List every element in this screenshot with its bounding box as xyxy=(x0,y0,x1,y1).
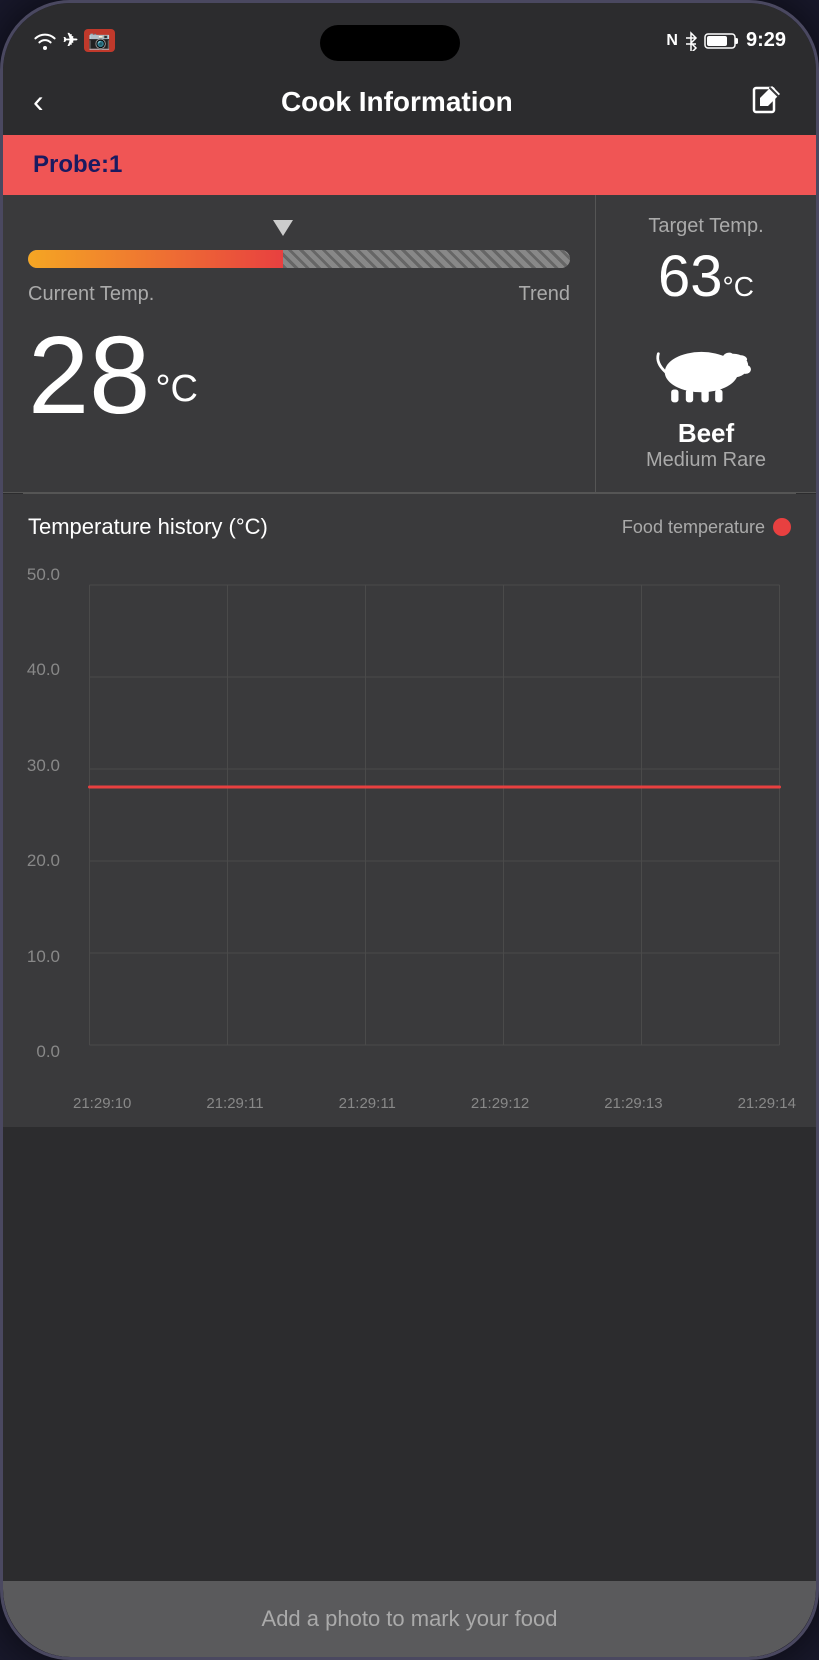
current-temp-value: 28 xyxy=(28,321,150,431)
bluetooth-icon xyxy=(684,31,698,51)
trend-label: Trend xyxy=(518,283,570,306)
x-label-3: 21:29:12 xyxy=(471,1095,529,1112)
x-label-0: 21:29:10 xyxy=(73,1095,131,1112)
page-title: Cook Information xyxy=(281,86,513,118)
progress-remaining xyxy=(283,250,570,268)
current-temp-label: Current Temp. xyxy=(28,283,154,306)
target-temp-value: 63 xyxy=(658,244,723,309)
current-temp-panel: Current Temp. Trend 28 °C xyxy=(3,195,596,492)
target-temp-panel: Target Temp. 63°C xyxy=(596,195,816,492)
progress-indicator xyxy=(273,220,293,236)
temp-labels: Current Temp. Trend xyxy=(28,283,570,306)
status-bar: ✈ 📷 N 9:2 xyxy=(3,3,816,63)
x-label-4: 21:29:13 xyxy=(604,1095,662,1112)
history-legend: Food temperature xyxy=(622,517,791,538)
chart-svg xyxy=(73,565,796,1085)
y-label-20: 20.0 xyxy=(3,851,68,871)
y-label-0: 0.0 xyxy=(3,1042,68,1062)
progress-fill xyxy=(28,250,283,268)
status-right: N 9:29 xyxy=(666,29,786,52)
x-label-1: 21:29:11 xyxy=(206,1095,263,1112)
wifi-icon xyxy=(33,32,57,50)
x-label-5: 21:29:14 xyxy=(738,1095,796,1112)
status-left: ✈ 📷 xyxy=(33,29,115,52)
y-label-10: 10.0 xyxy=(3,947,68,967)
legend-label: Food temperature xyxy=(622,517,765,538)
add-photo-bar[interactable]: Add a photo to mark your food xyxy=(3,1581,816,1657)
add-photo-label: Add a photo to mark your food xyxy=(262,1606,558,1631)
airplane-icon: ✈ xyxy=(63,30,78,51)
history-header: Temperature history (°C) Food temperatur… xyxy=(3,514,816,555)
probe-banner: Probe:1 xyxy=(3,135,816,195)
back-button[interactable]: ‹ xyxy=(33,83,44,120)
meat-style: Medium Rare xyxy=(646,449,766,472)
temperature-section: Current Temp. Trend 28 °C Target Temp. 6… xyxy=(3,195,816,493)
phone-frame: ✈ 📷 N 9:2 xyxy=(0,0,819,1660)
current-temp-display: 28 °C xyxy=(28,321,570,431)
y-label-40: 40.0 xyxy=(3,660,68,680)
beef-animal-icon xyxy=(651,330,761,410)
nfc-icon: N xyxy=(666,32,678,50)
legend-dot xyxy=(773,518,791,536)
phone-screen: ✈ 📷 N 9:2 xyxy=(3,3,816,1657)
battery-icon xyxy=(704,32,740,50)
edit-icon[interactable] xyxy=(750,84,786,120)
history-title: Temperature history (°C) xyxy=(28,514,268,540)
y-axis: 0.0 10.0 20.0 30.0 40.0 50.0 xyxy=(3,565,68,1062)
chart-wrapper: 0.0 10.0 20.0 30.0 40.0 50.0 xyxy=(3,555,816,1127)
temp-progress-container xyxy=(28,220,570,268)
probe-label: Probe:1 xyxy=(33,151,122,178)
x-axis: 21:29:10 21:29:11 21:29:11 21:29:12 21:2… xyxy=(73,1090,796,1127)
history-section: Temperature history (°C) Food temperatur… xyxy=(3,494,816,1127)
target-temp-display: 63°C xyxy=(658,243,754,310)
cow-svg xyxy=(651,330,761,405)
dynamic-island xyxy=(320,25,460,61)
y-label-30: 30.0 xyxy=(3,756,68,776)
meat-type: Beef xyxy=(678,418,734,449)
x-label-2: 21:29:11 xyxy=(339,1095,396,1112)
target-temp-unit: °C xyxy=(723,271,754,302)
nav-bar: ‹ Cook Information xyxy=(3,63,816,135)
target-temp-label: Target Temp. xyxy=(648,215,763,238)
time-display: 9:29 xyxy=(746,29,786,52)
current-temp-unit: °C xyxy=(155,368,198,411)
y-label-50: 50.0 xyxy=(3,565,68,585)
app-icon: 📷 xyxy=(84,29,114,52)
